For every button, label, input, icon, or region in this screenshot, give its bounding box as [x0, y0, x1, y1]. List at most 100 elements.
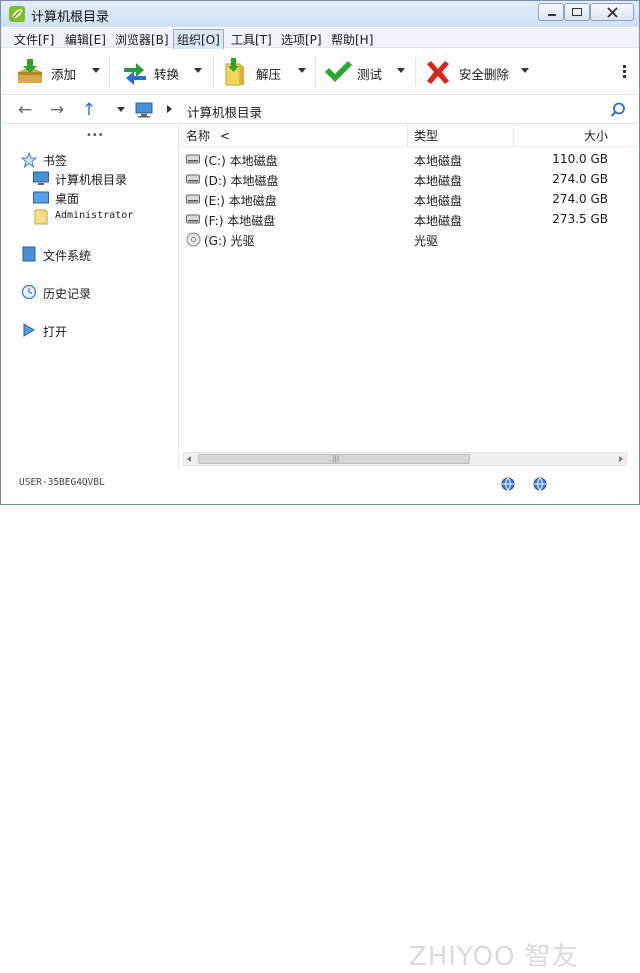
add-label: 添加: [51, 67, 77, 82]
menu-organize[interactable]: 组织[O]: [173, 29, 224, 50]
horizontal-scrollbar[interactable]: |||: [183, 452, 627, 466]
column-type-label: 类型: [414, 129, 439, 143]
menu-edit[interactable]: 编辑[E]: [62, 30, 109, 49]
network-globe-icon[interactable]: [501, 477, 515, 491]
drive-icon: [186, 194, 200, 204]
column-name[interactable]: 名称 <: [180, 125, 408, 147]
sidebar-history[interactable]: 历史记录: [43, 285, 91, 302]
convert-dropdown-icon[interactable]: [194, 68, 202, 73]
sort-indicator-icon: <: [219, 129, 230, 143]
watermark: ZHIYOO 智友: [409, 942, 579, 972]
extract-button[interactable]: 解压: [222, 54, 312, 90]
status-bar: USER-35BEG4QVBL ZHIYOO 智友: [1, 468, 639, 972]
grip-icon: |||: [332, 455, 340, 463]
toolbar-separator: [109, 57, 110, 87]
test-dropdown-icon[interactable]: [397, 68, 405, 73]
menu-help[interactable]: 帮助[H]: [328, 30, 376, 49]
row-type: 光驱: [414, 234, 439, 248]
secure-delete-dropdown-icon[interactable]: [521, 68, 529, 73]
address-path[interactable]: 计算机根目录: [187, 102, 262, 121]
row-type: 本地磁盘: [414, 154, 463, 168]
row-name: (E:) 本地磁盘: [204, 194, 277, 208]
row-type: 本地磁盘: [414, 214, 463, 228]
add-button[interactable]: 添加: [15, 54, 105, 90]
toolbar: 添加 转换 解压 测试 安全删除: [1, 49, 639, 95]
row-size: 274.0 GB: [552, 192, 608, 206]
search-icon[interactable]: [610, 102, 626, 118]
menu-options[interactable]: 选项[P]: [278, 30, 325, 49]
optical-drive-icon: [186, 232, 201, 247]
column-type[interactable]: 类型: [408, 125, 514, 147]
convert-button[interactable]: 转换: [120, 54, 210, 90]
app-leaf-icon: [9, 6, 25, 22]
extract-dropdown-icon[interactable]: [298, 68, 306, 73]
sidebar-open[interactable]: 打开: [43, 323, 67, 340]
address-bar: ← → ↑ 计算机根目录: [1, 96, 639, 124]
computer-icon: [33, 171, 49, 185]
folder-icon: [34, 209, 48, 225]
sidebar-item-administrator[interactable]: Administrator: [55, 210, 133, 221]
row-name: (G:) 光驱: [204, 234, 255, 248]
convert-label: 转换: [154, 67, 180, 82]
menu-file[interactable]: 文件[F]: [11, 30, 57, 49]
scroll-left-icon[interactable]: [187, 456, 191, 462]
test-button[interactable]: 测试: [323, 54, 413, 90]
scroll-right-icon[interactable]: [619, 456, 623, 462]
extract-label: 解压: [256, 67, 282, 82]
row-size: 110.0 GB: [552, 152, 608, 166]
row-size: 273.5 GB: [552, 212, 608, 226]
table-row[interactable]: (D:) 本地磁盘 本地磁盘 274.0 GB: [180, 169, 620, 189]
table-row[interactable]: (F:) 本地磁盘 本地磁盘 273.5 GB: [180, 209, 620, 229]
title-bar: 计算机根目录: [1, 1, 639, 27]
drive-icon: [186, 214, 200, 224]
close-button[interactable]: [590, 3, 634, 21]
up-arrow-icon[interactable]: ↑: [79, 100, 99, 120]
history-dropdown-icon[interactable]: [117, 107, 125, 112]
more-vertical-icon[interactable]: [623, 65, 626, 79]
add-dropdown-icon[interactable]: [92, 68, 100, 73]
menu-browser[interactable]: 浏览器[B]: [112, 30, 172, 49]
play-icon: [23, 323, 35, 337]
close-icon: [607, 7, 618, 18]
sidebar-item-desktop[interactable]: 桌面: [55, 190, 79, 207]
drive-icon: [186, 174, 200, 184]
row-size: 274.0 GB: [552, 172, 608, 186]
menu-tools[interactable]: 工具[T]: [228, 30, 275, 49]
secure-delete-button[interactable]: 安全删除: [423, 54, 531, 90]
column-size[interactable]: 大小: [514, 125, 610, 147]
sidebar-bookmarks[interactable]: 书签: [43, 152, 67, 169]
column-header-row: 名称 < 类型 大小: [180, 125, 639, 147]
checkmark-icon: [325, 61, 352, 82]
breadcrumb-chevron-icon[interactable]: [167, 105, 172, 113]
row-name: (D:) 本地磁盘: [204, 174, 279, 188]
desktop-icon: [33, 191, 49, 204]
sidebar-filesystem[interactable]: 文件系统: [43, 247, 91, 264]
sidebar: ••• 书签 计算机根目录 桌面 Administrator 文件系统 历史记录: [1, 125, 179, 468]
row-type: 本地磁盘: [414, 174, 463, 188]
sidebar-more-icon[interactable]: •••: [86, 130, 104, 141]
star-icon: [21, 152, 37, 168]
forward-arrow-icon[interactable]: →: [47, 100, 67, 120]
table-row[interactable]: (G:) 光驱 光驱: [180, 229, 620, 249]
secure-delete-label: 安全删除: [459, 67, 510, 82]
column-name-label: 名称: [186, 129, 211, 143]
row-name: (F:) 本地磁盘: [204, 214, 276, 228]
toolbar-separator: [415, 57, 416, 87]
app-window: 计算机根目录 文件[F] 编辑[E] 浏览器[B] 组织[O] 工具[T] 选项…: [0, 0, 640, 972]
back-arrow-icon[interactable]: ←: [15, 100, 35, 120]
convert-arrows-icon: [124, 63, 146, 85]
add-archive-icon: [18, 59, 42, 83]
maximize-button[interactable]: [564, 3, 590, 21]
extract-archive-icon: [225, 58, 244, 86]
toolbar-separator: [315, 57, 316, 87]
clock-icon: [21, 284, 37, 300]
table-row[interactable]: (C:) 本地磁盘 本地磁盘 110.0 GB: [180, 149, 620, 169]
table-row[interactable]: (E:) 本地磁盘 本地磁盘 274.0 GB: [180, 189, 620, 209]
computer-name: USER-35BEG4QVBL: [19, 477, 105, 488]
sidebar-item-computer-root[interactable]: 计算机根目录: [55, 171, 127, 188]
scrollbar-thumb[interactable]: |||: [198, 454, 470, 464]
row-name: (C:) 本地磁盘: [204, 154, 278, 168]
minimize-button[interactable]: [538, 3, 564, 21]
file-list: 名称 < 类型 大小 (C:) 本地磁盘 本地磁盘 110.0 GB (D:) …: [180, 125, 639, 468]
globe-icon[interactable]: [533, 477, 547, 491]
